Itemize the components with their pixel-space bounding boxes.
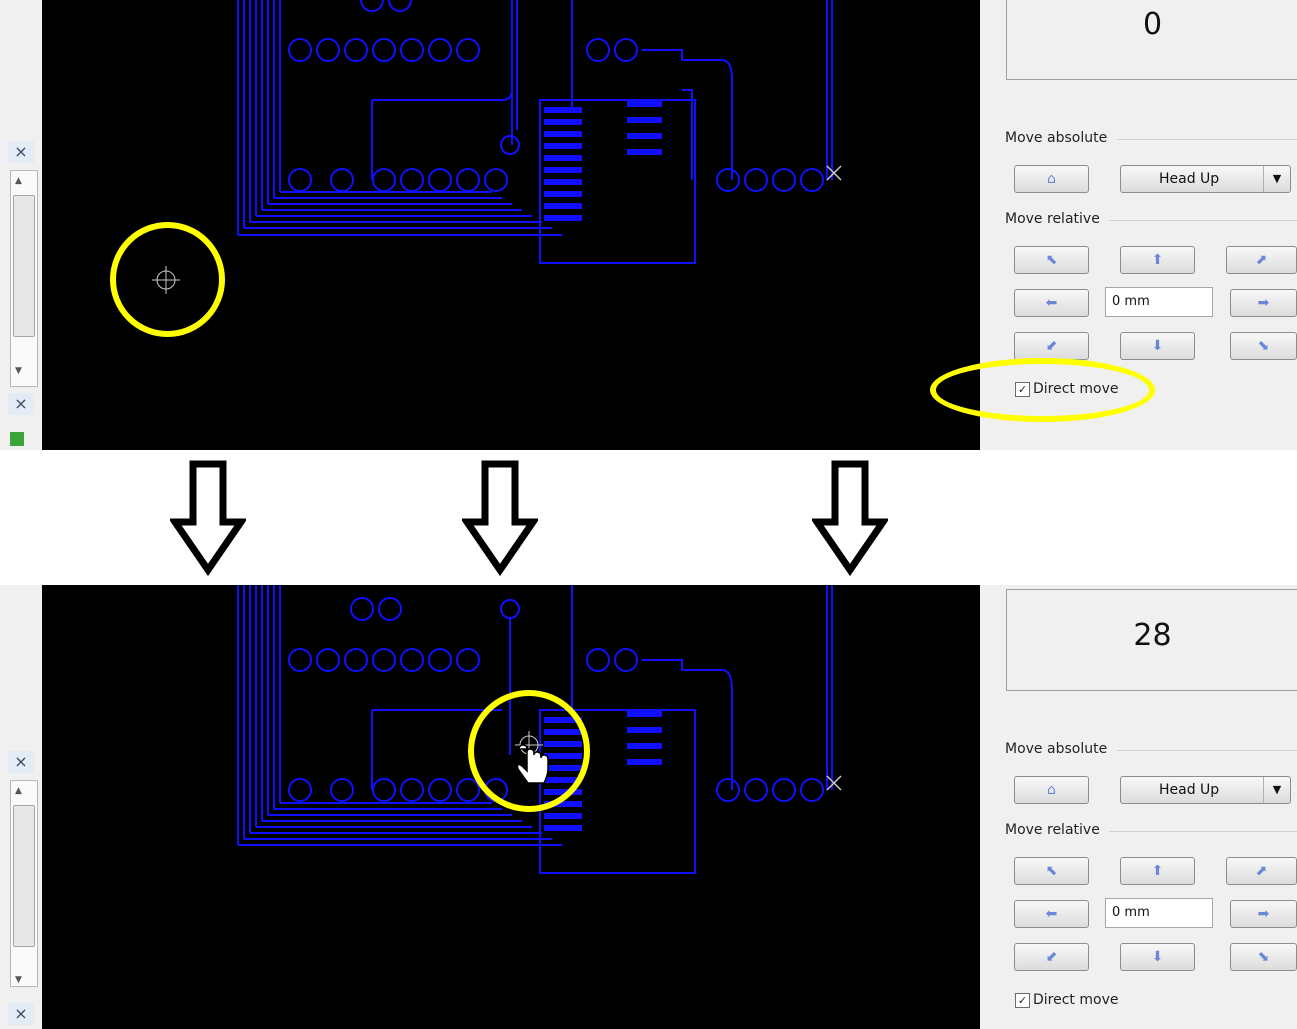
move-down-button[interactable]: ⬇ [1120,943,1195,971]
control-panel: 28 Move absolute ⌂ Head Up ▼ Move relativ… [980,585,1297,1029]
scroll-up-icon[interactable]: ▲ [15,786,22,796]
move-down-right-button[interactable]: ⬊ [1230,943,1297,971]
highlight-ring [110,222,225,337]
step-size-input[interactable]: 0 mm [1105,287,1213,317]
move-up-left-button[interactable]: ⬉ [1014,857,1089,885]
left-dock-strip: × ▲ ▼ × [0,0,43,450]
dock-close-icon[interactable]: × [8,751,34,773]
arrow-down-right-icon: ⬊ [1257,949,1270,965]
home-button[interactable]: ⌂ [1014,776,1089,804]
dock-close-icon[interactable]: × [8,141,34,163]
arrow-up-right-icon: ⬈ [1255,252,1268,268]
head-up-select[interactable]: Head Up ▼ [1120,165,1291,193]
arrow-up-right-icon: ⬈ [1255,863,1268,879]
move-up-right-button[interactable]: ⬈ [1226,246,1297,274]
move-down-left-button[interactable]: ⬋ [1014,943,1089,971]
arrow-left-icon: ⬅ [1045,295,1058,311]
arrow-down-right-icon: ⬊ [1257,338,1270,354]
scroll-down-icon[interactable]: ▼ [15,975,22,985]
move-left-button[interactable]: ⬅ [1014,900,1089,928]
pcb-canvas[interactable] [42,0,980,450]
arrow-up-left-icon: ⬉ [1045,252,1058,268]
arrow-down-icon: ⬇ [1151,949,1164,965]
counter-value: 28 [1133,618,1172,653]
scroll-thumb[interactable] [13,195,35,337]
move-absolute-label: Move absolute [1005,130,1297,146]
arrow-up-left-icon: ⬉ [1045,863,1058,879]
head-up-select[interactable]: Head Up ▼ [1120,776,1291,804]
direct-move-checkbox[interactable]: ✓ Direct move [1015,992,1118,1008]
arrow-right-icon: ➡ [1257,295,1270,311]
before-screenshot: × ▲ ▼ × 0 Move absolute ⌂ Head Up ▼ Move… [0,0,1297,450]
highlight-ring [930,358,1155,422]
arrow-left-icon: ⬅ [1045,906,1058,922]
transition-arrows [0,450,1297,585]
scroll-down-icon[interactable]: ▼ [15,366,22,376]
scroll-thumb[interactable] [13,805,35,947]
move-up-right-button[interactable]: ⬈ [1226,857,1297,885]
dock-close-icon[interactable]: × [8,1003,34,1025]
position-counter: 0 [1006,0,1297,80]
pcb-canvas[interactable] [42,585,980,1029]
counter-value: 0 [1142,7,1163,42]
position-counter: 28 [1006,589,1297,691]
dock-go-icon[interactable] [10,432,24,446]
left-dock-strip: × ▲ ▼ × [0,585,43,1029]
arrow-up-icon: ⬆ [1151,863,1164,879]
arrow-up-icon: ⬆ [1151,252,1164,268]
move-relative-label: Move relative [1005,822,1297,838]
arrow-down-icon: ⬇ [1151,338,1164,354]
move-right-button[interactable]: ➡ [1230,900,1297,928]
move-up-left-button[interactable]: ⬉ [1014,246,1089,274]
home-button[interactable]: ⌂ [1014,165,1089,193]
down-arrow-icon [170,460,246,577]
scroll-up-icon[interactable]: ▲ [15,176,22,186]
move-up-button[interactable]: ⬆ [1120,857,1195,885]
chevron-down-icon: ▼ [1263,166,1290,192]
down-arrow-icon [812,460,888,577]
highlight-ring [468,690,590,812]
down-arrow-icon [462,460,538,577]
move-up-button[interactable]: ⬆ [1120,246,1195,274]
arrow-down-left-icon: ⬋ [1045,338,1058,354]
arrow-right-icon: ➡ [1257,906,1270,922]
checkbox-check-icon: ✓ [1015,992,1030,1008]
after-screenshot: × ▲ ▼ × 28 Move absolute ⌂ Head Up ▼ Mov… [0,585,1297,1029]
step-size-input[interactable]: 0 mm [1105,898,1213,928]
chevron-down-icon: ▼ [1263,777,1290,803]
move-down-right-button[interactable]: ⬊ [1230,332,1297,360]
move-right-button[interactable]: ➡ [1230,289,1297,317]
move-absolute-label: Move absolute [1005,741,1297,757]
move-left-button[interactable]: ⬅ [1014,289,1089,317]
move-down-left-button[interactable]: ⬋ [1014,332,1089,360]
house-icon: ⌂ [1047,782,1056,798]
move-relative-label: Move relative [1005,211,1297,227]
house-icon: ⌂ [1047,171,1056,187]
move-down-button[interactable]: ⬇ [1120,332,1195,360]
dock-close-icon[interactable]: × [8,393,34,415]
arrow-down-left-icon: ⬋ [1045,949,1058,965]
